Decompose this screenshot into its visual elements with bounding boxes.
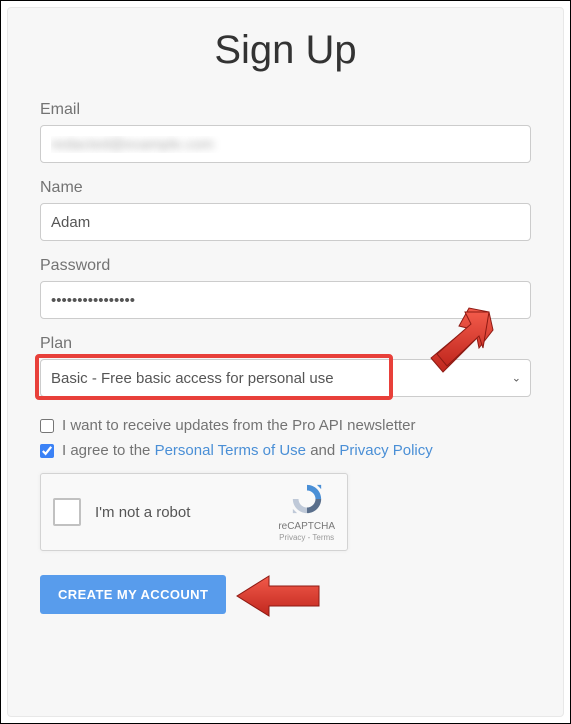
page-title: Sign Up (40, 28, 531, 73)
recaptcha-logo: reCAPTCHA Privacy - Terms (278, 482, 335, 542)
plan-select[interactable]: Basic - Free basic access for personal u… (40, 359, 531, 397)
recaptcha-label: I'm not a robot (95, 504, 278, 521)
newsletter-label[interactable]: I want to receive updates from the Pro A… (62, 417, 416, 434)
create-account-button[interactable]: Create my account (40, 575, 226, 614)
agree-prefix: I agree to the (62, 442, 155, 459)
agree-label[interactable]: I agree to the Personal Terms of Use and… (62, 442, 433, 459)
name-label: Name (40, 179, 531, 197)
privacy-link[interactable]: Privacy Policy (339, 442, 432, 459)
email-label: Email (40, 101, 531, 119)
name-field[interactable] (40, 203, 531, 241)
password-label: Password (40, 257, 531, 275)
password-field[interactable] (40, 281, 531, 319)
agree-checkbox[interactable] (40, 444, 54, 458)
newsletter-checkbox[interactable] (40, 419, 54, 433)
recaptcha-footer: Privacy - Terms (278, 533, 335, 543)
terms-link[interactable]: Personal Terms of Use (155, 442, 306, 459)
email-field[interactable] (40, 125, 531, 163)
recaptcha-checkbox[interactable] (53, 498, 81, 526)
plan-label: Plan (40, 335, 531, 353)
agree-and: and (306, 442, 339, 459)
annotation-arrow-icon (233, 574, 323, 624)
recaptcha-brand: reCAPTCHA (278, 521, 335, 533)
recaptcha-widget[interactable]: I'm not a robot reCAPTCHA Privacy - Term… (40, 473, 348, 551)
recaptcha-icon (290, 482, 324, 516)
